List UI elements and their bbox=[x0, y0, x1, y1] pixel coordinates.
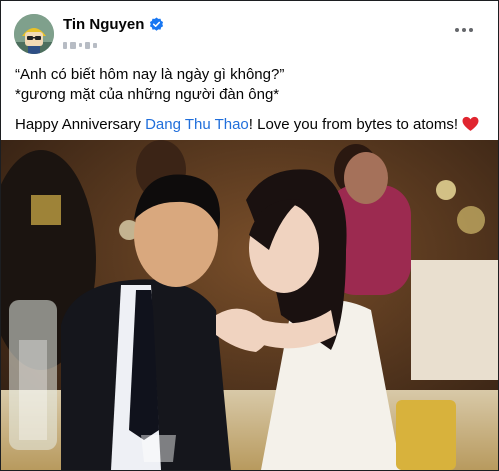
facebook-post: Tin Nguyen “Anh có biết hôm nay là ngày … bbox=[0, 0, 499, 471]
red-heart-emoji-icon bbox=[462, 116, 479, 138]
post-text-line-1: “Anh có biết hôm nay là ngày gì không?” bbox=[15, 66, 285, 83]
mention-link[interactable]: Dang Thu Thao bbox=[145, 116, 249, 133]
post-meta-redacted bbox=[63, 39, 97, 51]
author-avatar[interactable] bbox=[14, 14, 54, 54]
post-photo[interactable] bbox=[1, 140, 498, 470]
verified-badge-icon bbox=[149, 17, 164, 32]
more-options-icon[interactable] bbox=[452, 23, 476, 37]
post-text-line-2: *gương mặt của những người đàn ông* bbox=[15, 86, 280, 103]
author-name[interactable]: Tin Nguyen bbox=[63, 16, 164, 33]
love-text: ! Love you from bytes to atoms! bbox=[248, 116, 463, 133]
post-text: “Anh có biết hôm nay là ngày gì không?” … bbox=[15, 65, 485, 138]
anniversary-text: Happy Anniversary bbox=[15, 116, 146, 133]
author-name-text[interactable]: Tin Nguyen bbox=[63, 16, 144, 33]
post-text-line-3: Happy Anniversary Dang Thu Thao! Love yo… bbox=[15, 115, 485, 138]
